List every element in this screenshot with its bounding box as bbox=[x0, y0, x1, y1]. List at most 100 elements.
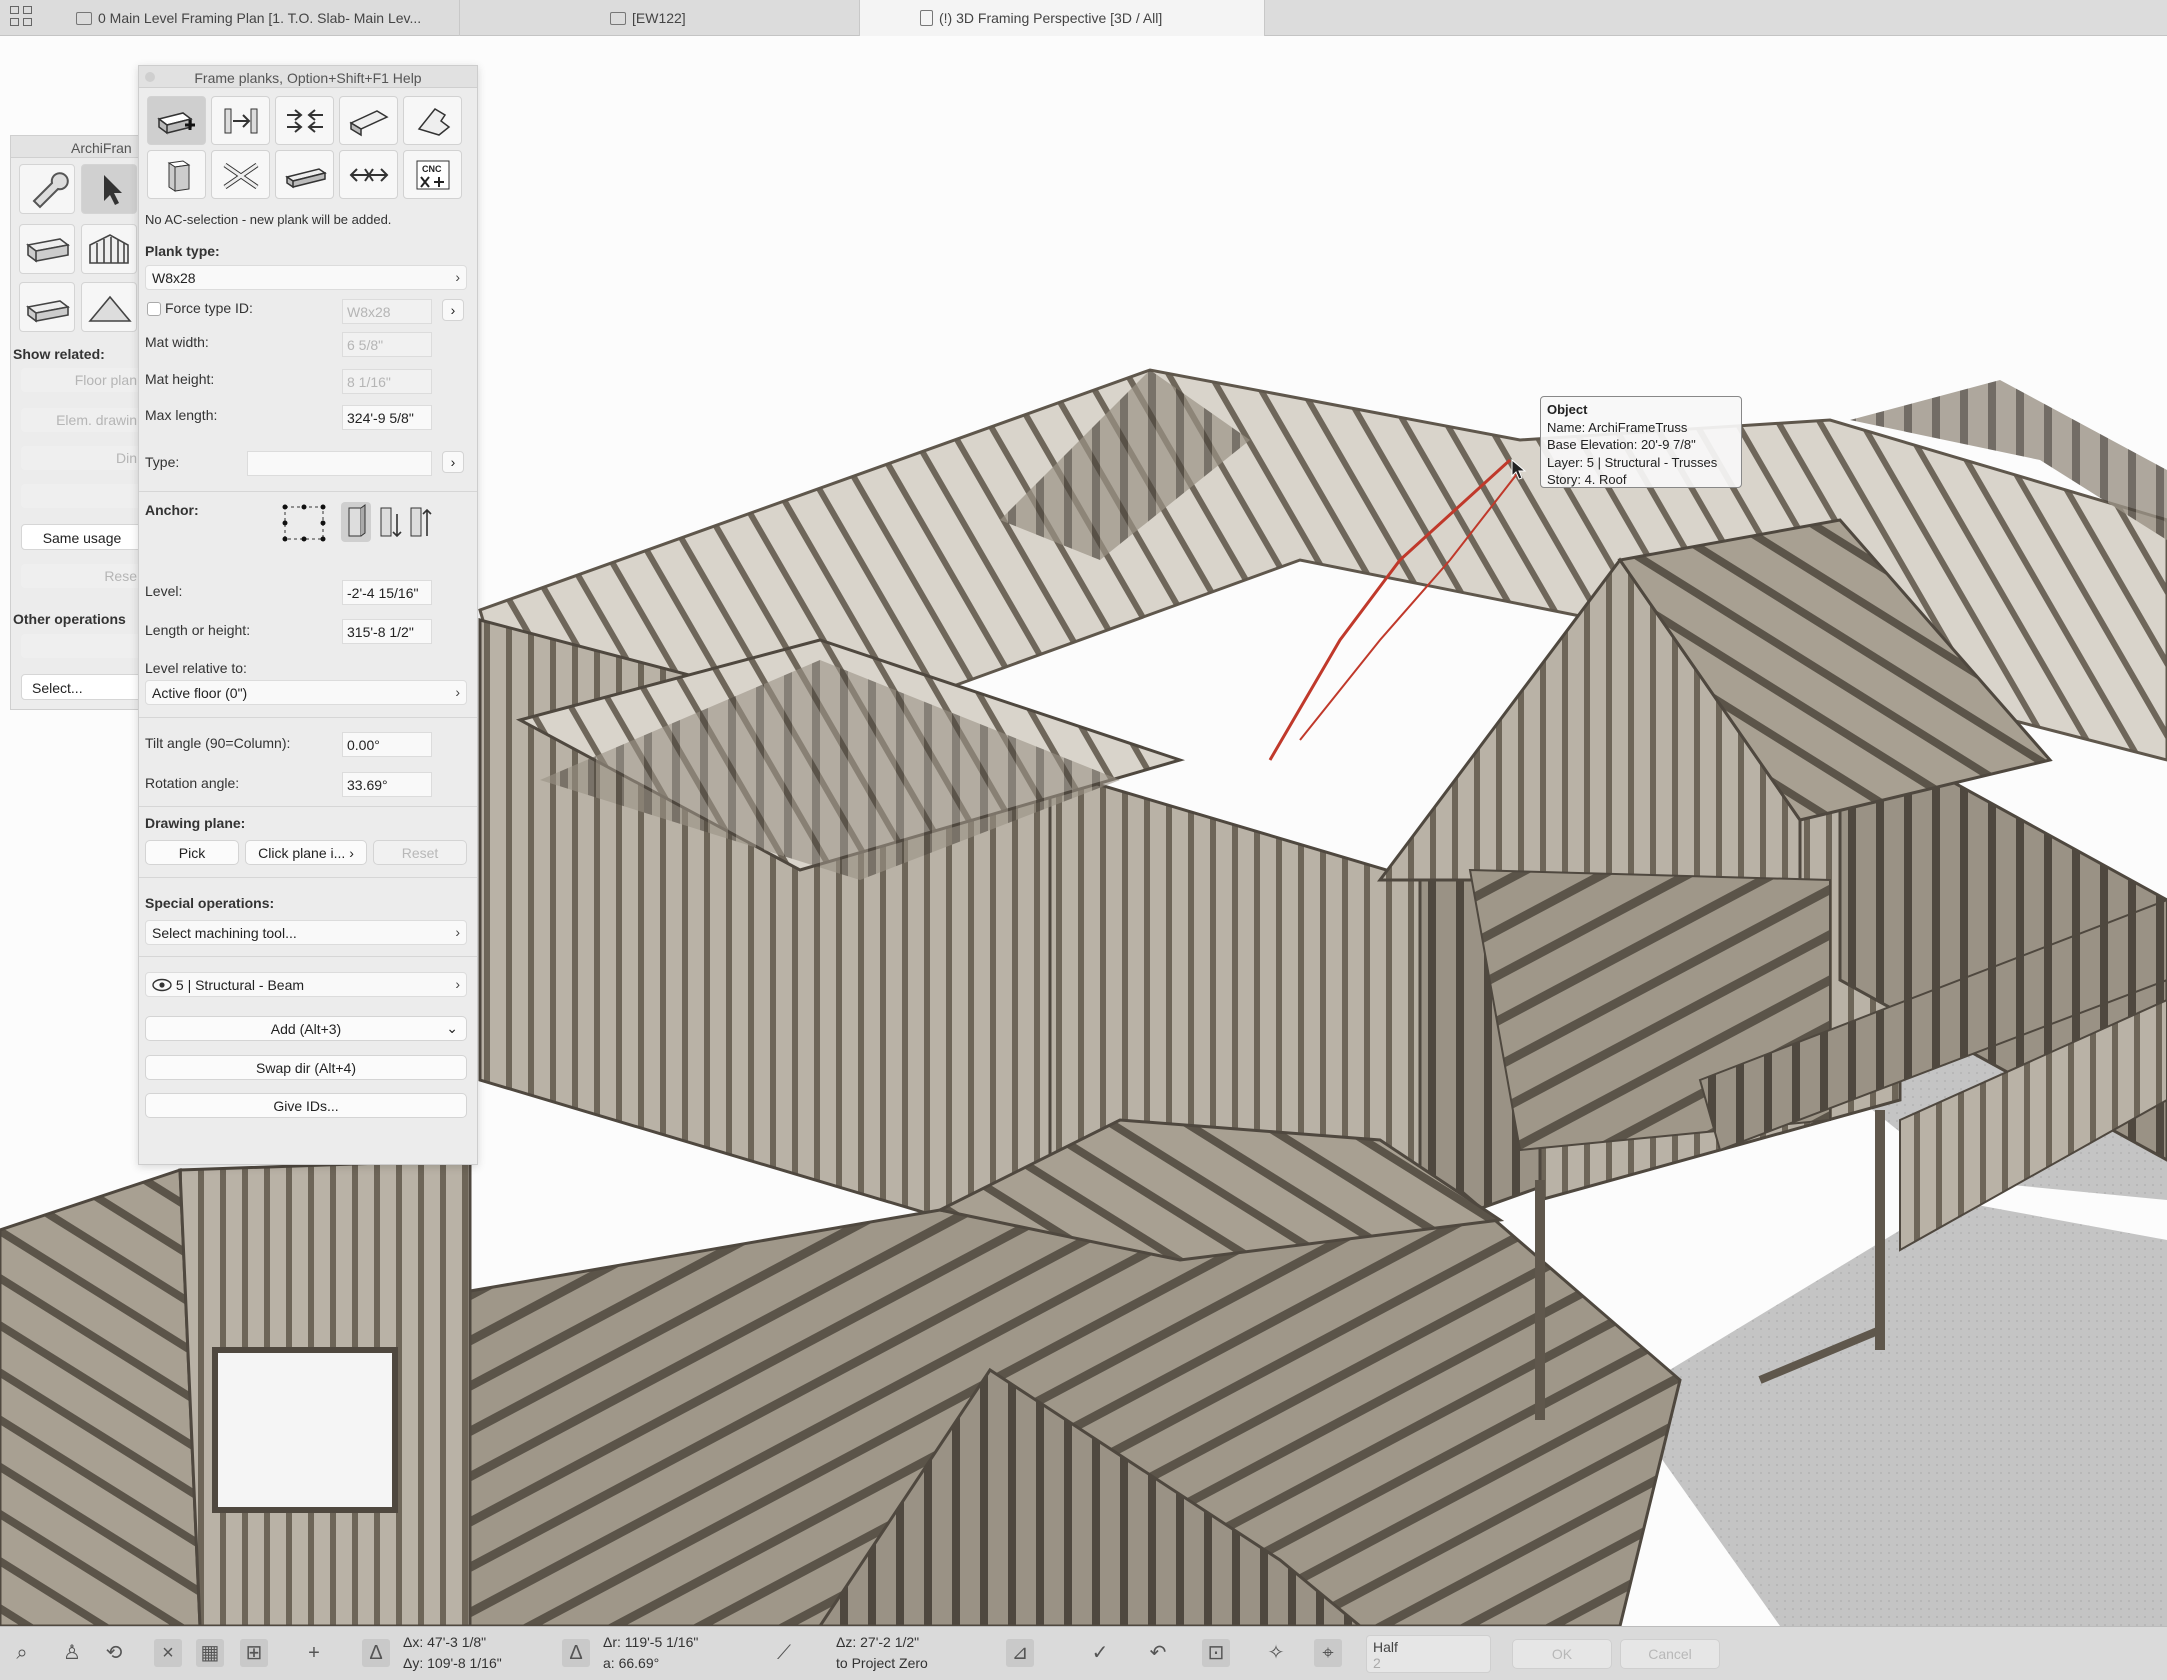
split-plank-tool[interactable] bbox=[275, 96, 334, 145]
type-button[interactable]: › bbox=[442, 451, 464, 473]
delta-polar-icon[interactable]: Δ bbox=[562, 1639, 590, 1667]
machining-tool-dropdown[interactable]: Select machining tool... › bbox=[145, 920, 467, 945]
same-usage-button[interactable]: Same usage bbox=[21, 524, 143, 550]
snap-division-field[interactable]: Half 2 bbox=[1366, 1635, 1491, 1673]
layer-dropdown[interactable]: 5 | Structural - Beam › bbox=[145, 972, 467, 997]
plus-icon[interactable]: + bbox=[300, 1639, 328, 1667]
divider bbox=[139, 877, 477, 878]
mat-height-label: Mat height: bbox=[145, 371, 215, 387]
give-ids-button[interactable]: Give IDs... bbox=[145, 1093, 467, 1118]
mat-width-field[interactable]: 6 5/8" bbox=[342, 332, 432, 357]
dimension-button[interactable]: Din bbox=[21, 446, 143, 470]
cut-plank-tool[interactable] bbox=[403, 96, 462, 145]
delta-icon[interactable]: Δ bbox=[362, 1639, 390, 1667]
cross-planks-tool[interactable] bbox=[211, 150, 270, 199]
machining-tool-value: Select machining tool... bbox=[152, 925, 297, 941]
floor-plan-button[interactable]: Floor plan bbox=[21, 368, 143, 392]
cancel-button[interactable]: Cancel bbox=[1620, 1639, 1720, 1669]
check-icon[interactable]: ✓ bbox=[1086, 1639, 1114, 1667]
wrench-tool-button[interactable] bbox=[19, 164, 75, 214]
extend-to-tool[interactable] bbox=[211, 96, 270, 145]
tilt-angle-field[interactable]: 0.00° bbox=[342, 732, 432, 757]
beam-tool-button[interactable] bbox=[19, 282, 75, 332]
select-operation-dropdown[interactable]: Select... bbox=[21, 674, 143, 700]
close-icon[interactable] bbox=[145, 72, 155, 82]
zoom-icon[interactable]: ⌕ bbox=[8, 1639, 36, 1667]
force-type-id-field[interactable]: W8x28 bbox=[342, 299, 432, 324]
add-label: Add (Alt+3) bbox=[270, 1021, 342, 1037]
divider bbox=[139, 806, 477, 807]
anchor-middle-button[interactable] bbox=[375, 502, 405, 542]
level-field[interactable]: -2'-4 15/16" bbox=[342, 580, 432, 605]
cancel-snap-icon[interactable]: × bbox=[154, 1639, 182, 1667]
reset-plane-button[interactable]: Reset bbox=[373, 840, 467, 865]
to-project-zero-readout[interactable]: to Project Zero bbox=[836, 1655, 928, 1671]
max-length-field[interactable]: 324'-9 5/8" bbox=[342, 405, 432, 430]
merge-planks-tool[interactable] bbox=[339, 150, 398, 199]
archiframe-palette: ArchiFran Show related: Floor plan Elem.… bbox=[10, 135, 143, 710]
anchor-bottom-button[interactable] bbox=[341, 502, 371, 542]
anchor-top-button[interactable] bbox=[405, 502, 435, 542]
tab-ew122[interactable]: [EW122] bbox=[460, 0, 860, 36]
tab-main-level-framing-plan[interactable]: 0 Main Level Framing Plan [1. T.O. Slab-… bbox=[70, 0, 460, 36]
add-button[interactable]: Add (Alt+3) ⌄ bbox=[145, 1016, 467, 1041]
angled-plank-tool[interactable] bbox=[339, 96, 398, 145]
click-plane-button[interactable]: Click plane i... › bbox=[245, 840, 367, 865]
palette-title: ArchiFran bbox=[11, 136, 141, 158]
walk-icon[interactable]: ♙ bbox=[58, 1639, 86, 1667]
column-tool[interactable] bbox=[147, 150, 206, 199]
angle-readout: a: 66.69° bbox=[603, 1655, 660, 1671]
level-relative-dropdown[interactable]: Active floor (0") › bbox=[145, 680, 467, 705]
chevron-right-icon: › bbox=[455, 684, 460, 700]
max-length-label: Max length: bbox=[145, 407, 218, 423]
rotation-angle-field[interactable]: 33.69° bbox=[342, 772, 432, 797]
force-type-id-checkbox[interactable] bbox=[147, 302, 161, 316]
blank-op-button[interactable] bbox=[21, 634, 143, 658]
length-or-height-field[interactable]: 315'-8 1/2" bbox=[342, 619, 432, 644]
force-type-id-button[interactable]: › bbox=[442, 299, 464, 321]
undo-icon[interactable]: ↶ bbox=[1144, 1639, 1172, 1667]
pick-button[interactable]: Pick bbox=[145, 840, 239, 865]
add-plank-tool[interactable] bbox=[147, 96, 206, 145]
special-snap-icon[interactable]: ⌖ bbox=[1314, 1639, 1342, 1667]
ok-button[interactable]: OK bbox=[1512, 1639, 1612, 1669]
snap-division-value: 2 bbox=[1373, 1655, 1381, 1671]
chevron-right-icon: › bbox=[349, 845, 354, 861]
cnc-tool[interactable]: CNC bbox=[403, 150, 462, 199]
panel-title-bar: Frame planks, Option+Shift+F1 Help bbox=[139, 66, 477, 88]
cross-planks-icon bbox=[223, 162, 258, 189]
type-field[interactable] bbox=[247, 451, 432, 476]
3d-window-icon bbox=[920, 10, 933, 26]
anchor-top-icon bbox=[410, 507, 432, 537]
delta-x-readout: Δx: 47'-3 1/8" bbox=[403, 1634, 487, 1650]
rotation-angle-label: Rotation angle: bbox=[145, 775, 240, 791]
angle-tool-icon[interactable]: ⊿ bbox=[1006, 1639, 1034, 1667]
other-operations-label: Other operations bbox=[13, 611, 126, 627]
tab-overview-icon[interactable] bbox=[10, 6, 38, 30]
plank-tool-button[interactable] bbox=[19, 224, 75, 274]
guide-lines-icon[interactable]: ⊞ bbox=[240, 1639, 268, 1667]
reset-button[interactable]: Rese bbox=[21, 564, 143, 588]
orbit-icon[interactable]: ⟲ bbox=[100, 1639, 128, 1667]
anchor-points-icon[interactable] bbox=[281, 501, 327, 542]
mat-height-field[interactable]: 8 1/16" bbox=[342, 369, 432, 394]
wall-frame-tool-button[interactable] bbox=[81, 224, 137, 274]
anchor-middle-icon bbox=[380, 507, 402, 538]
elem-drawing-button[interactable]: Elem. drawin bbox=[21, 408, 143, 432]
joint-planks-tool[interactable] bbox=[275, 150, 334, 199]
frame-icon[interactable]: ⊡ bbox=[1202, 1639, 1230, 1667]
roof-tool-button[interactable] bbox=[81, 282, 137, 332]
arrow-tool-button[interactable] bbox=[81, 164, 137, 214]
cnc-icon-text: CNC bbox=[422, 164, 442, 174]
floor-plan-icon bbox=[76, 11, 92, 25]
tab-3d-framing-perspective[interactable]: (!) 3D Framing Perspective [3D / All] bbox=[860, 0, 1265, 36]
anchor-grid-icon bbox=[282, 504, 326, 542]
slope-icon[interactable]: ⟋ bbox=[770, 1639, 798, 1667]
plank-type-dropdown[interactable]: W8x28 › bbox=[145, 265, 467, 290]
level-label: Level: bbox=[145, 583, 183, 599]
frame-planks-panel: Frame planks, Option+Shift+F1 Help CNC N… bbox=[138, 65, 478, 1165]
grid-snap-icon[interactable]: ▦ bbox=[196, 1639, 224, 1667]
magic-wand-icon[interactable]: ✧ bbox=[1262, 1639, 1290, 1667]
blank-button[interactable] bbox=[21, 484, 143, 508]
swap-dir-button[interactable]: Swap dir (Alt+4) bbox=[145, 1055, 467, 1080]
